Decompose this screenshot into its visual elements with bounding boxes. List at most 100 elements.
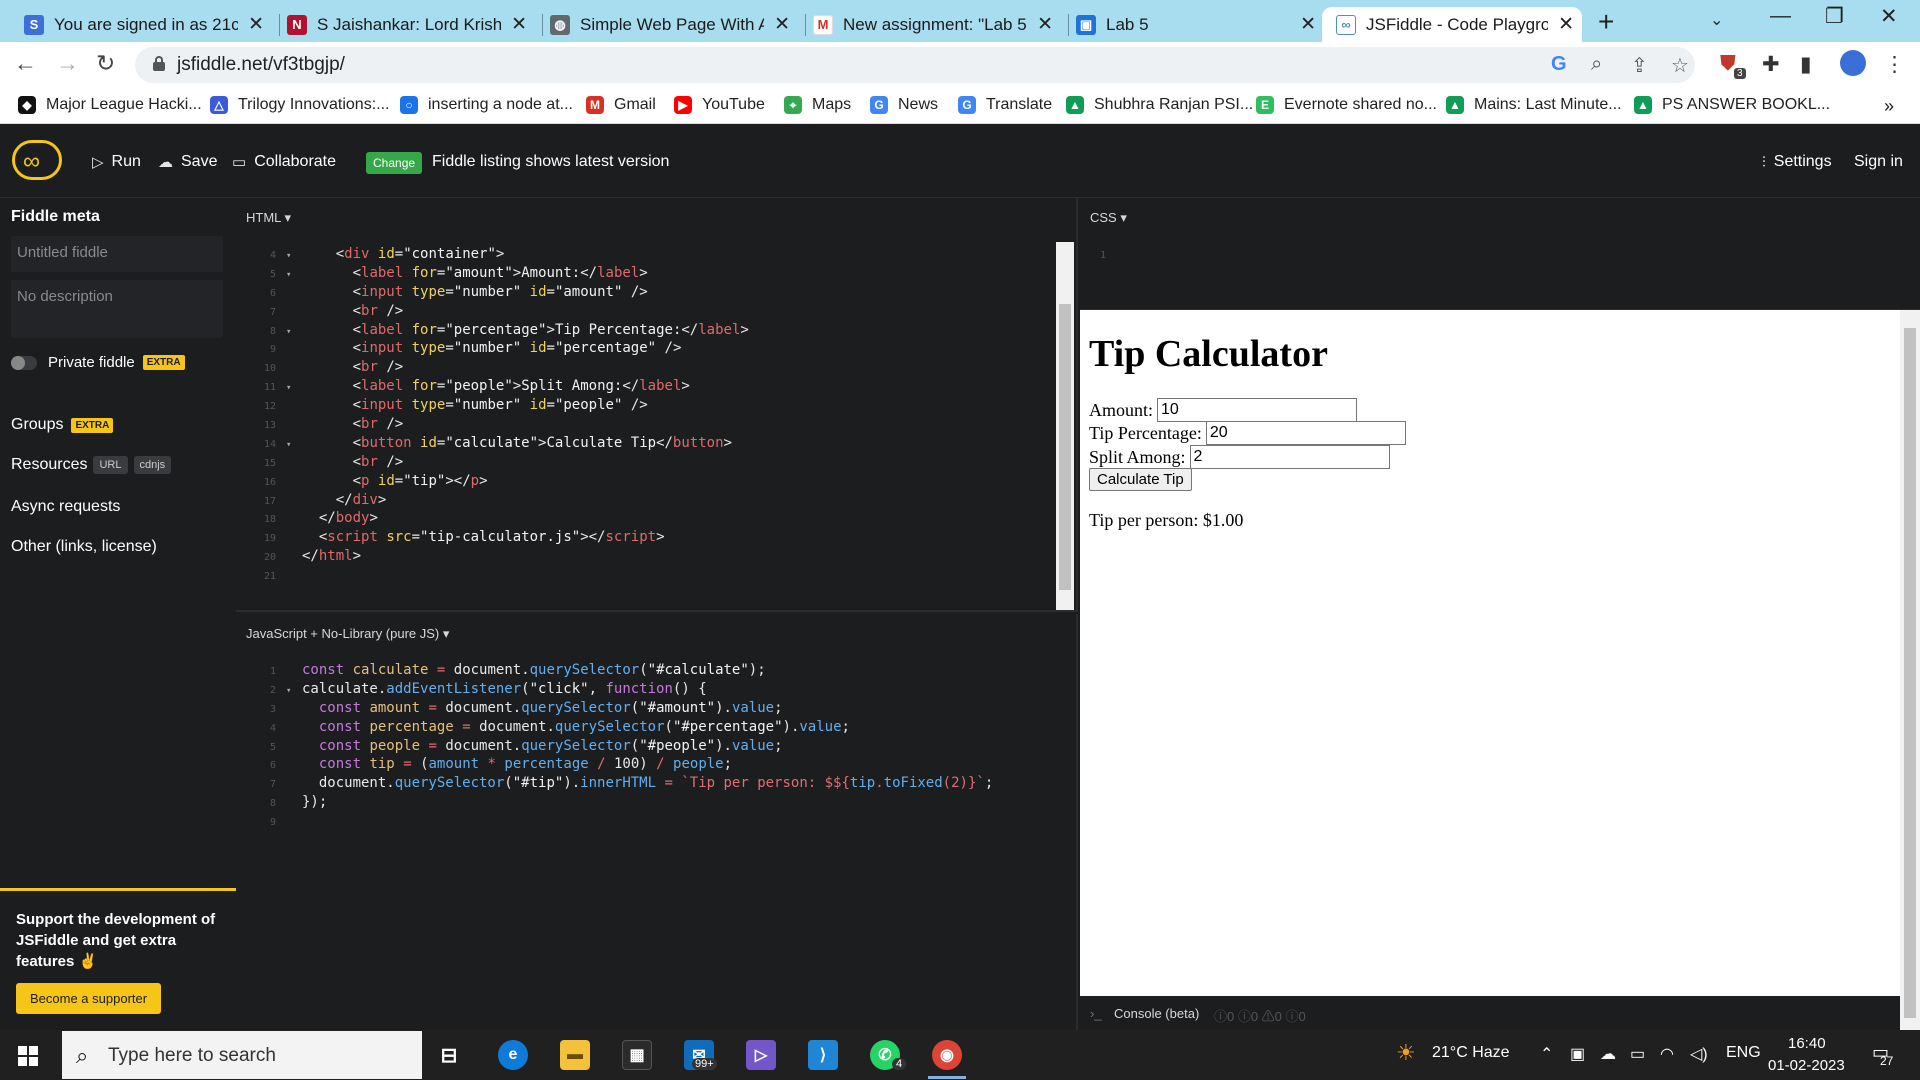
zoom-icon[interactable]: ⌕ xyxy=(1591,53,1602,76)
css-pane-label[interactable]: CSS ▾ xyxy=(1090,210,1127,226)
bookmark-item[interactable]: M Gmail xyxy=(586,96,656,114)
css-editor-pane[interactable]: CSS ▾ 1 xyxy=(1080,198,1920,310)
sidebar-item-groups[interactable]: Groups EXTRA xyxy=(11,416,114,434)
minimize-button[interactable]: — xyxy=(1770,4,1791,28)
result-scrollbar[interactable] xyxy=(1900,310,1920,1030)
chevron-up-icon[interactable]: ⌃ xyxy=(1540,1044,1553,1064)
close-icon[interactable]: ✕ xyxy=(511,13,527,36)
forward-icon[interactable]: → xyxy=(56,50,79,77)
new-tab-button[interactable]: + xyxy=(1598,6,1614,38)
wifi-icon[interactable]: ◠ xyxy=(1660,1044,1674,1064)
edge-icon[interactable]: e xyxy=(498,1040,528,1070)
task-view-icon[interactable]: ⊟ xyxy=(434,1040,464,1070)
vscode-icon[interactable]: ⟩ xyxy=(808,1040,838,1070)
bookmark-item[interactable]: G Translate xyxy=(958,96,1052,114)
bookmark-item[interactable]: ○ inserting a node at... xyxy=(400,96,573,114)
browser-tab[interactable]: ◍ Simple Web Page With Anim ✕ xyxy=(550,7,798,42)
battery-icon[interactable]: ▭ xyxy=(1630,1044,1645,1064)
url-tag[interactable]: URL xyxy=(93,456,128,474)
more-bookmarks-icon[interactable]: » xyxy=(1884,96,1894,117)
settings-button[interactable]: ⫶ Settings xyxy=(1762,153,1832,171)
maximize-button[interactable]: ❐ xyxy=(1825,4,1844,29)
console-bar[interactable]: ›_ Console (beta) ⓘ0 ⓘ0 ⚠0 ⓘ0 xyxy=(1080,996,1900,1030)
js-editor-pane[interactable]: JavaScript + No-Library (pure JS) ▾ 1 co… xyxy=(236,614,1078,1030)
back-icon[interactable]: ← xyxy=(14,50,37,77)
meet-icon[interactable]: ▣ xyxy=(1570,1044,1585,1064)
address-bar[interactable]: jsfiddle.net/vf3tbgjp/ G ⌕ ⇪ ☆ xyxy=(135,47,1695,83)
calculate-tip-button[interactable]: Calculate Tip xyxy=(1089,468,1192,491)
change-badge[interactable]: Change xyxy=(366,152,423,174)
bookmark-item[interactable]: ▲ Shubhra Ranjan PSI... xyxy=(1066,96,1253,114)
html-editor-pane[interactable]: HTML ▾ 4 ▾ <div id="container"> 5 ▾ <label… xyxy=(236,198,1078,612)
bookmark-item[interactable]: ▲ Mains: Last Minute... xyxy=(1446,96,1622,114)
browser-tab[interactable]: S You are signed in as 21cs30 ✕ xyxy=(24,7,272,42)
html-scrollbar[interactable] xyxy=(1056,242,1074,610)
percentage-input[interactable]: 20 xyxy=(1205,421,1406,445)
sidebar-item-async[interactable]: Async requests xyxy=(11,498,120,516)
console-label: Console (beta) xyxy=(1114,1006,1200,1021)
google-icon[interactable]: G xyxy=(1551,53,1567,76)
classroom-icon: ▣ xyxy=(1076,14,1096,35)
fiddle-description-input[interactable]: No description xyxy=(11,280,223,338)
chrome-icon[interactable]: ◉ xyxy=(932,1040,962,1070)
html-pane-label[interactable]: HTML ▾ xyxy=(246,210,291,226)
collaborate-button[interactable]: ▭ Collaborate xyxy=(232,153,336,171)
sidebar-item-resources[interactable]: Resources URL cdnjs xyxy=(11,456,172,474)
browser-tab[interactable]: N S Jaishankar: Lord Krishna, H ✕ xyxy=(287,7,535,42)
onedrive-icon[interactable]: ☁ xyxy=(1600,1044,1616,1064)
copilot-icon[interactable]: ▷ xyxy=(746,1040,776,1070)
close-icon[interactable]: ✕ xyxy=(248,13,264,36)
side-panel-icon[interactable]: ▮ xyxy=(1800,52,1812,77)
avatar[interactable] xyxy=(1840,50,1866,76)
sidebar: Fiddle meta Untitled fiddle No descripti… xyxy=(0,198,236,1030)
browser-tab[interactable]: M New assignment: "Lab 5" - S ✕ xyxy=(813,7,1061,42)
clock-date[interactable]: 01-02-2023 xyxy=(1768,1057,1845,1074)
weather-icon[interactable]: ☀ xyxy=(1396,1040,1416,1066)
bookmark-item[interactable]: △ Trilogy Innovations:... xyxy=(210,96,389,114)
sign-in-link[interactable]: Sign in xyxy=(1854,153,1903,171)
private-toggle[interactable] xyxy=(11,356,37,370)
save-button[interactable]: ☁ Save xyxy=(158,153,217,171)
jsfiddle-logo-icon[interactable]: ∞ xyxy=(12,140,62,180)
close-window-button[interactable]: ✕ xyxy=(1880,4,1898,29)
bookmark-item[interactable]: ◆ Major League Hacki... xyxy=(18,96,202,114)
taskbar-search[interactable]: ⌕ Type here to search xyxy=(62,1031,422,1079)
js-pane-label[interactable]: JavaScript + No-Library (pure JS) ▾ xyxy=(246,626,449,642)
css-code[interactable]: 1 xyxy=(1080,245,1116,264)
fiddle-title-input[interactable]: Untitled fiddle xyxy=(11,236,223,272)
close-icon[interactable]: ✕ xyxy=(1300,13,1316,36)
bookmark-item[interactable]: ▲ PS ANSWER BOOKL... xyxy=(1634,96,1830,114)
puzzle-icon[interactable]: ✚ xyxy=(1762,52,1780,77)
cdnjs-tag[interactable]: cdnjs xyxy=(133,456,172,474)
share-icon[interactable]: ⇪ xyxy=(1631,53,1648,78)
close-icon[interactable]: ✕ xyxy=(1037,13,1053,36)
store-icon[interactable]: ▦ xyxy=(622,1040,652,1070)
html-code[interactable]: 4 ▾ <div id="container"> 5 ▾ <label for="a… xyxy=(244,245,749,585)
bookmark-item[interactable]: G News xyxy=(870,96,938,114)
clock-time[interactable]: 16:40 xyxy=(1788,1035,1826,1052)
people-input[interactable]: 2 xyxy=(1189,445,1390,469)
speaker-icon[interactable]: ◁) xyxy=(1690,1044,1708,1064)
weather-text[interactable]: 21°C Haze xyxy=(1432,1044,1510,1062)
bookmark-star-icon[interactable]: ☆ xyxy=(1671,53,1689,78)
tab-search-icon[interactable]: ⌄ xyxy=(1710,10,1723,30)
close-icon[interactable]: ✕ xyxy=(774,13,790,36)
bookmark-item[interactable]: E Evernote shared no... xyxy=(1256,96,1437,114)
windows-start-icon[interactable] xyxy=(18,1046,38,1066)
become-supporter-button[interactable]: Become a supporter xyxy=(16,983,162,1014)
change-text: Fiddle listing shows latest version xyxy=(432,153,670,170)
language-indicator[interactable]: ENG xyxy=(1726,1044,1761,1062)
bookmark-icon: ○ xyxy=(400,96,418,114)
run-button[interactable]: ▷ Run xyxy=(92,153,141,171)
browser-tab-active[interactable]: ∞ JSFiddle - Code Playground ✕ xyxy=(1322,7,1582,42)
reload-icon[interactable]: ↻ xyxy=(96,50,115,77)
close-icon[interactable]: ✕ xyxy=(1558,13,1574,36)
amount-input[interactable]: 10 xyxy=(1157,398,1358,422)
menu-dots-icon[interactable]: ⋮ xyxy=(1884,52,1905,77)
file-explorer-icon[interactable]: ▬ xyxy=(560,1040,590,1070)
bookmark-item[interactable]: ⌖ Maps xyxy=(784,96,851,114)
browser-tab[interactable]: ▣ Lab 5 ✕ xyxy=(1076,7,1324,42)
sidebar-item-other[interactable]: Other (links, license) xyxy=(11,538,157,556)
js-code[interactable]: 1 const calculate = document.querySelect… xyxy=(244,661,993,831)
bookmark-item[interactable]: ▶ YouTube xyxy=(674,96,765,114)
